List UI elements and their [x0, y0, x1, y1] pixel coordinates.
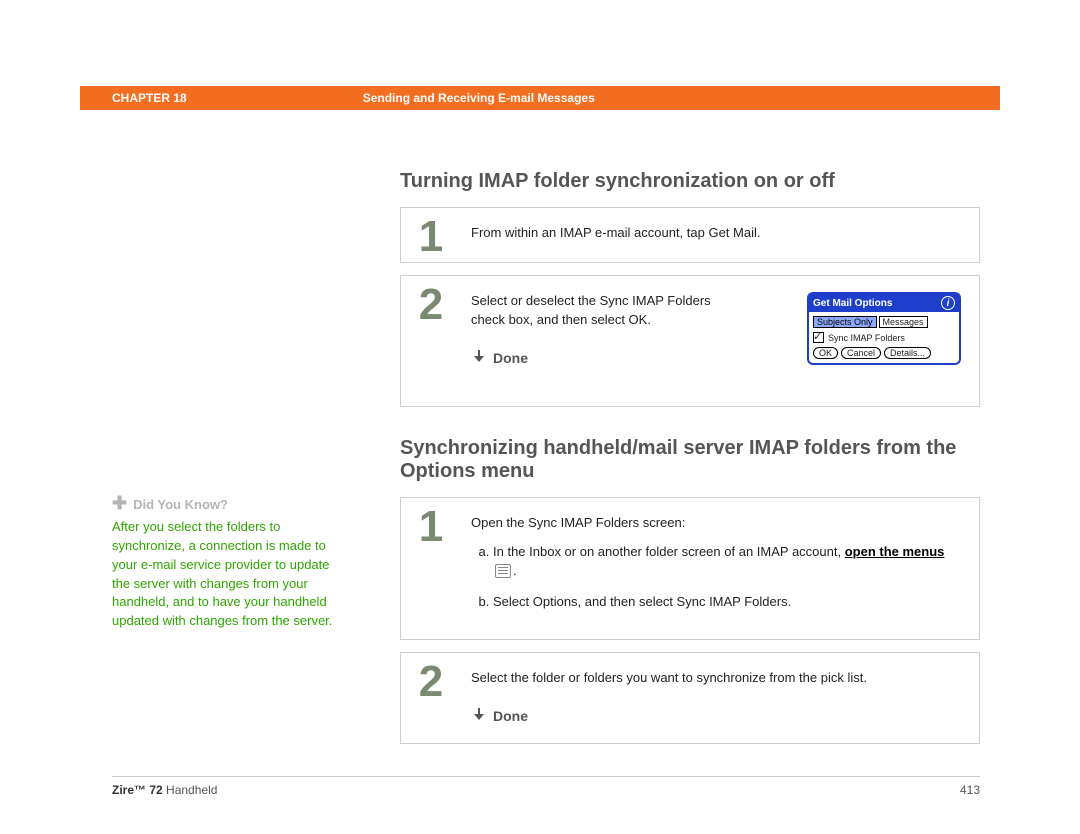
chapter-label: CHAPTER 18 [112, 91, 187, 105]
done-label: Done [493, 706, 528, 726]
step-number: 1 [401, 208, 461, 262]
plus-icon: ✚ [112, 490, 127, 516]
section-a-step-2: 2 Select or deselect the Sync IMAP Folde… [400, 275, 980, 407]
page-number: 413 [960, 783, 980, 797]
done-indicator: Done [471, 706, 961, 726]
product-name-bold: Zire™ 72 [112, 783, 163, 797]
step-body: Select or deselect the Sync IMAP Folders… [471, 292, 721, 330]
did-you-know-sidebar: ✚ Did You Know? After you select the fol… [112, 490, 342, 631]
gmo-tab-subjects-only[interactable]: Subjects Only [813, 316, 877, 328]
gmo-cancel-button[interactable]: Cancel [841, 347, 881, 359]
did-you-know-label: Did You Know? [133, 496, 228, 515]
section-b-step-2: 2 Select the folder or folders you want … [400, 652, 980, 743]
checkbox-icon [813, 332, 824, 343]
step-body: From within an IMAP e-mail account, tap … [461, 208, 979, 262]
section-b-title: Synchronizing handheld/mail server IMAP … [400, 437, 980, 483]
gmo-ok-button[interactable]: OK [813, 347, 838, 359]
product-name-rest: Handheld [163, 783, 218, 797]
open-the-menus-link[interactable]: open the menus [845, 544, 945, 559]
step-intro: Open the Sync IMAP Folders screen: [471, 514, 961, 533]
step-number: 2 [401, 276, 461, 406]
get-mail-options-dialog: Get Mail Options i Subjects Only Message… [807, 292, 961, 365]
gmo-tab-messages[interactable]: Messages [879, 316, 928, 328]
menu-icon [495, 564, 511, 578]
substep-a: In the Inbox or on another folder screen… [493, 543, 961, 581]
gmo-title: Get Mail Options [813, 298, 892, 309]
step-body: Select the folder or folders you want to… [471, 669, 961, 688]
gmo-sync-imap-checkbox[interactable]: Sync IMAP Folders [813, 332, 955, 343]
step-number: 1 [401, 498, 461, 639]
arrow-down-icon [471, 350, 487, 366]
substep-a-text: In the Inbox or on another folder screen… [493, 544, 845, 559]
section-a-step-1: 1 From within an IMAP e-mail account, ta… [400, 207, 980, 263]
section-a-title: Turning IMAP folder synchronization on o… [400, 170, 980, 193]
done-label: Done [493, 348, 528, 368]
step-number: 2 [401, 653, 461, 742]
info-icon[interactable]: i [941, 296, 955, 310]
substep-b: Select Options, and then select Sync IMA… [493, 593, 961, 612]
chapter-title: Sending and Receiving E-mail Messages [363, 91, 595, 105]
did-you-know-body: After you select the folders to synchron… [112, 518, 342, 631]
product-name: Zire™ 72 Handheld [112, 783, 217, 797]
gmo-checkbox-label: Sync IMAP Folders [828, 333, 905, 343]
page-footer: Zire™ 72 Handheld 413 [112, 776, 980, 797]
chapter-header: CHAPTER 18 Sending and Receiving E-mail … [80, 86, 1000, 110]
arrow-down-icon [471, 708, 487, 724]
section-b-step-1: 1 Open the Sync IMAP Folders screen: In … [400, 497, 980, 640]
gmo-details-button[interactable]: Details... [884, 347, 931, 359]
